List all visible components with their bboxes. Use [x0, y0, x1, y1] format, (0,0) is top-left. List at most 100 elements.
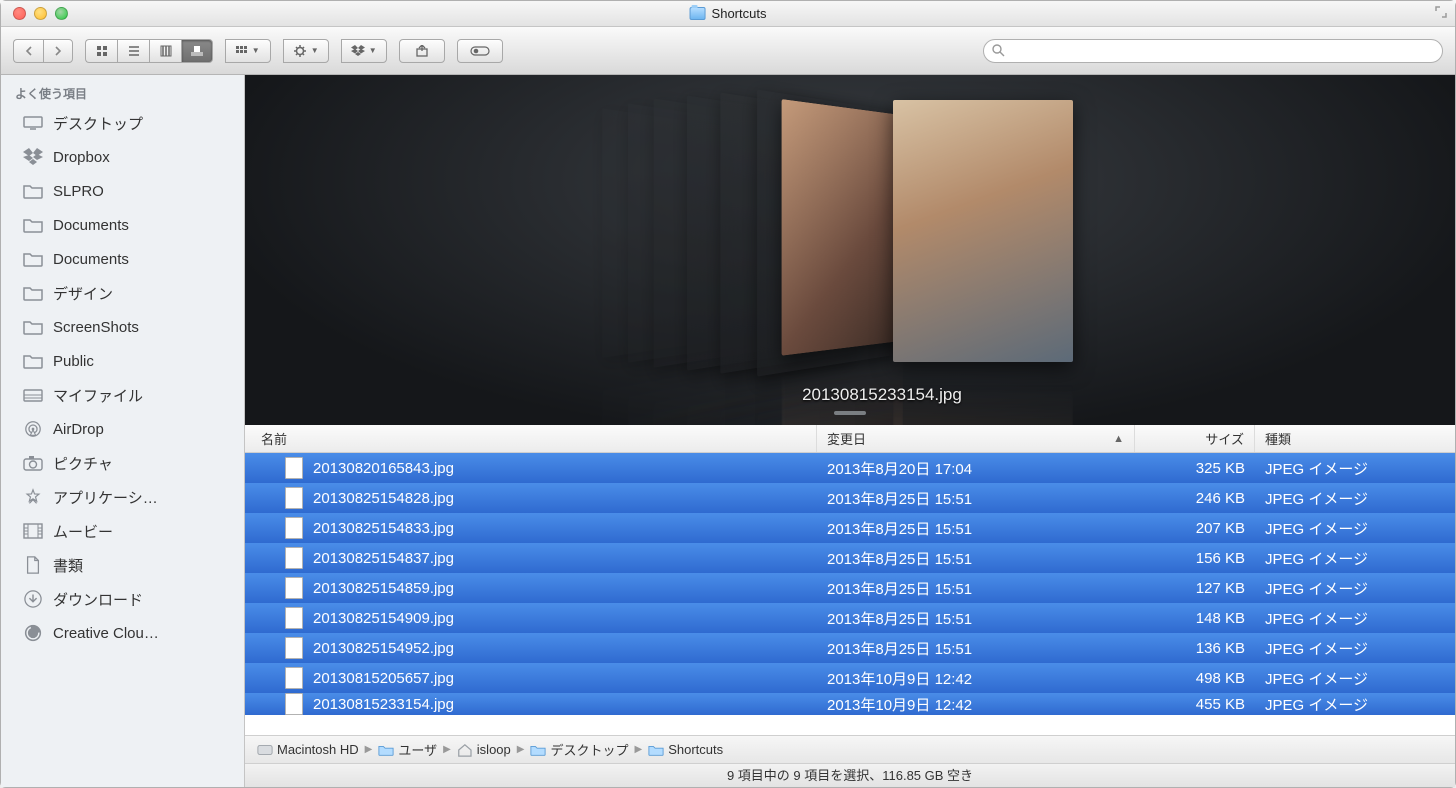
- file-list[interactable]: 20130820165843.jpg2013年8月20日 17:04325 KB…: [245, 453, 1455, 735]
- dropbox-button[interactable]: ▼: [341, 39, 387, 63]
- sidebar-item[interactable]: デザイン: [1, 276, 244, 310]
- coverflow-resize-handle[interactable]: [834, 411, 866, 415]
- file-size: 207 KB: [1135, 520, 1255, 537]
- file-date: 2013年8月20日 17:04: [817, 458, 1135, 479]
- search-field[interactable]: [983, 39, 1443, 63]
- table-row[interactable]: 20130820165843.jpg2013年8月20日 17:04325 KB…: [245, 453, 1455, 483]
- sidebar-item-label: 書類: [53, 555, 83, 576]
- chevron-right-icon: ▶: [365, 744, 373, 755]
- path-label: Shortcuts: [668, 742, 723, 757]
- sidebar-item-label: Creative Clou…: [53, 625, 159, 642]
- file-thumbnail-icon: [285, 457, 303, 479]
- downloads-icon: [23, 590, 43, 608]
- column-view-button[interactable]: [149, 39, 181, 63]
- file-size: 455 KB: [1135, 696, 1255, 713]
- sidebar-item[interactable]: SLPRO: [1, 174, 244, 208]
- table-row[interactable]: 20130825154909.jpg2013年8月25日 15:51148 KB…: [245, 603, 1455, 633]
- folder-icon: [23, 216, 43, 234]
- chevron-right-icon: ▶: [443, 744, 451, 755]
- arrange-button[interactable]: ▼: [225, 39, 271, 63]
- close-button[interactable]: [13, 7, 26, 20]
- file-date: 2013年8月25日 15:51: [817, 548, 1135, 569]
- sidebar-item[interactable]: Documents: [1, 208, 244, 242]
- list-header: 名前 変更日▲ サイズ 種類: [245, 425, 1455, 453]
- path-segment[interactable]: ユーザ: [378, 740, 437, 759]
- table-row[interactable]: 20130825154828.jpg2013年8月25日 15:51246 KB…: [245, 483, 1455, 513]
- chevron-right-icon: ▶: [517, 744, 525, 755]
- table-row[interactable]: 20130825154837.jpg2013年8月25日 15:51156 KB…: [245, 543, 1455, 573]
- sidebar-item-label: Documents: [53, 251, 129, 268]
- back-button[interactable]: [13, 39, 43, 63]
- column-header-date[interactable]: 変更日▲: [817, 425, 1135, 452]
- sidebar-item[interactable]: AirDrop: [1, 412, 244, 446]
- file-thumbnail-icon: [285, 607, 303, 629]
- table-row[interactable]: 20130815233154.jpg2013年10月9日 12:42455 KB…: [245, 693, 1455, 715]
- sidebar-item[interactable]: マイファイル: [1, 378, 244, 412]
- column-header-size[interactable]: サイズ: [1135, 425, 1255, 452]
- path-segment[interactable]: Macintosh HD: [257, 742, 359, 757]
- file-kind: JPEG イメージ: [1255, 694, 1455, 715]
- status-bar: 9 項目中の 9 項目を選択、116.85 GB 空き: [245, 763, 1455, 787]
- forward-button[interactable]: [43, 39, 73, 63]
- file-size: 498 KB: [1135, 670, 1255, 687]
- table-row[interactable]: 20130825154833.jpg2013年8月25日 15:51207 KB…: [245, 513, 1455, 543]
- file-date: 2013年10月9日 12:42: [817, 668, 1135, 689]
- titlebar[interactable]: Shortcuts: [1, 1, 1455, 27]
- sidebar-item[interactable]: ダウンロード: [1, 582, 244, 616]
- file-size: 325 KB: [1135, 460, 1255, 477]
- sidebar-item-label: Dropbox: [53, 149, 110, 166]
- sidebar-item[interactable]: ピクチャ: [1, 446, 244, 480]
- column-header-name[interactable]: 名前: [245, 425, 817, 452]
- folder-icon: [648, 743, 664, 757]
- sidebar-item[interactable]: Documents: [1, 242, 244, 276]
- sidebar-item[interactable]: Creative Clou…: [1, 616, 244, 650]
- table-row[interactable]: 20130815205657.jpg 2013年10月9日 12:42498 KB…: [245, 663, 1455, 693]
- folder-icon: [23, 250, 43, 268]
- document-icon: [23, 556, 43, 574]
- chevron-right-icon: ▶: [634, 744, 642, 755]
- column-header-kind[interactable]: 種類: [1255, 425, 1455, 452]
- minimize-button[interactable]: [34, 7, 47, 20]
- coverflow-item-selected[interactable]: [893, 100, 1073, 362]
- file-size: 136 KB: [1135, 640, 1255, 657]
- path-segment[interactable]: デスクトップ: [530, 740, 628, 759]
- sidebar-item[interactable]: Public: [1, 344, 244, 378]
- table-row[interactable]: 20130825154952.jpg2013年8月25日 15:51136 KB…: [245, 633, 1455, 663]
- file-name: 20130815205657.jpg: [313, 670, 454, 687]
- file-kind: JPEG イメージ: [1255, 608, 1455, 629]
- sidebar-item[interactable]: Dropbox: [1, 140, 244, 174]
- table-row[interactable]: 20130825154859.jpg2013年8月25日 15:51127 KB…: [245, 573, 1455, 603]
- apps-icon: [23, 488, 43, 506]
- sidebar-item[interactable]: 書類: [1, 548, 244, 582]
- sidebar-item[interactable]: ムービー: [1, 514, 244, 548]
- icon-view-button[interactable]: [85, 39, 117, 63]
- action-button[interactable]: ▼: [283, 39, 329, 63]
- folder-icon: [690, 7, 706, 20]
- list-view-button[interactable]: [117, 39, 149, 63]
- path-bar[interactable]: Macintosh HD ▶ ユーザ ▶ isloop ▶ デスクトップ ▶ Shortcuts: [245, 735, 1455, 763]
- file-date: 2013年10月9日 12:42: [817, 694, 1135, 715]
- path-label: isloop: [477, 742, 511, 757]
- file-name: 20130825154828.jpg: [313, 490, 454, 507]
- traffic-lights: [1, 7, 68, 20]
- sidebar-item[interactable]: デスクトップ: [1, 106, 244, 140]
- path-segment[interactable]: Shortcuts: [648, 742, 723, 757]
- fullscreen-icon[interactable]: [1435, 6, 1447, 21]
- coverflow-view-button[interactable]: [181, 39, 213, 63]
- file-kind: JPEG イメージ: [1255, 548, 1455, 569]
- sidebar-item[interactable]: アプリケーシ…: [1, 480, 244, 514]
- coverflow-label: 20130815233154.jpg: [802, 385, 962, 405]
- tags-button[interactable]: [457, 39, 503, 63]
- zoom-button[interactable]: [55, 7, 68, 20]
- file-thumbnail-icon: [285, 577, 303, 599]
- path-segment[interactable]: isloop: [457, 742, 511, 757]
- file-date: 2013年8月25日 15:51: [817, 488, 1135, 509]
- coverflow-item[interactable]: [782, 99, 903, 356]
- coverflow-area[interactable]: 20130815233154.jpg: [245, 75, 1455, 425]
- sidebar-item-label: デザイン: [53, 283, 113, 304]
- airdrop-icon: [23, 420, 43, 438]
- file-date: 2013年8月25日 15:51: [817, 608, 1135, 629]
- folder-icon: [23, 318, 43, 336]
- sidebar-item[interactable]: ScreenShots: [1, 310, 244, 344]
- share-button[interactable]: [399, 39, 445, 63]
